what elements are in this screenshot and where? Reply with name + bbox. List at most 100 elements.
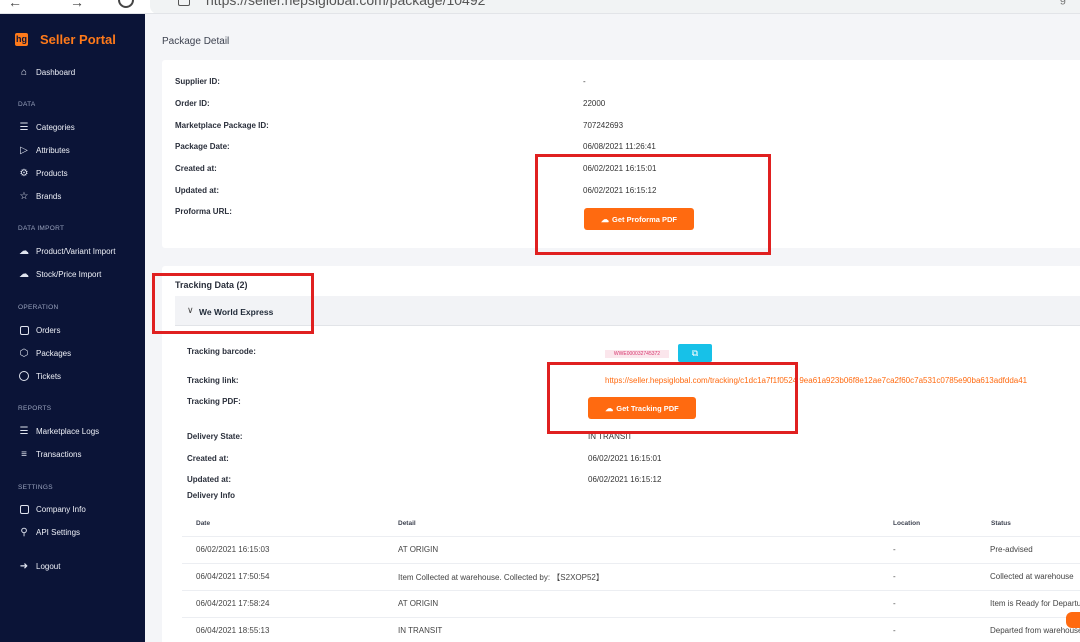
sidebar-item-logout[interactable]: ➜ Logout bbox=[18, 559, 61, 573]
sidebar-item-company-info[interactable]: Company Info bbox=[18, 502, 86, 516]
tracking-created-at-label: Created at: bbox=[187, 454, 229, 463]
lock-icon bbox=[178, 0, 190, 6]
row-status: Collected at warehouse bbox=[990, 572, 1074, 581]
delivery-state-label: Delivery State: bbox=[187, 432, 243, 441]
sidebar-item-products[interactable]: ⚙ Products bbox=[18, 166, 68, 180]
sidebar-section-data-import: DATA IMPORT bbox=[18, 225, 65, 232]
annotation-box-dates bbox=[535, 154, 771, 255]
sidebar-item-transactions[interactable]: ≡ Transactions bbox=[18, 447, 82, 461]
sidebar-item-attributes[interactable]: ▷ Attributes bbox=[18, 143, 70, 157]
key-icon: ⚲ bbox=[20, 526, 28, 538]
annotation-box-carrier bbox=[152, 273, 314, 334]
delivery-info-label: Delivery Info bbox=[187, 491, 236, 500]
sidebar-item-tickets[interactable]: Tickets bbox=[18, 369, 61, 383]
sidebar-item-marketplace-logs[interactable]: ☰ Marketplace Logs bbox=[18, 424, 100, 438]
table-header-status: Status bbox=[991, 520, 1011, 527]
sidebar-item-label: Dashboard bbox=[36, 67, 76, 77]
sidebar-item-label: Packages bbox=[36, 348, 72, 358]
order-id-value: 22000 bbox=[583, 99, 606, 108]
marketplace-package-id-value: 707242693 bbox=[583, 121, 624, 130]
annotation-box-tracking-pdf bbox=[547, 362, 798, 434]
sidebar-item-label: Transactions bbox=[36, 449, 82, 459]
package-icon: ⬡ bbox=[19, 347, 29, 359]
tracking-barcode-value: WWE000032745372 bbox=[605, 350, 669, 358]
list-icon: ≡ bbox=[21, 448, 27, 460]
row-status: Pre-advised bbox=[990, 545, 1033, 554]
star-icon: ☆ bbox=[19, 190, 29, 202]
sidebar-item-label: Attributes bbox=[36, 145, 70, 155]
page-title: Package Detail bbox=[162, 36, 230, 47]
cloud-upload-icon: ☁ bbox=[19, 245, 29, 257]
sidebar-section-operation: OPERATION bbox=[18, 304, 59, 311]
sidebar-item-label: Orders bbox=[36, 325, 61, 335]
forward-arrow-icon[interactable]: → bbox=[70, 0, 84, 10]
proforma-url-label: Proforma URL: bbox=[175, 207, 232, 216]
sidebar-item-brands[interactable]: ☆ Brands bbox=[18, 189, 62, 203]
row-date: 06/04/2021 18:55:13 bbox=[196, 626, 270, 635]
reload-icon[interactable] bbox=[118, 0, 134, 8]
package-date-label: Package Date: bbox=[175, 142, 230, 151]
sidebar-item-dashboard[interactable]: ⌂ Dashboard bbox=[18, 65, 75, 79]
address-bar-url[interactable]: https://seller.hepsiglobal.com/package/1… bbox=[206, 0, 485, 8]
brand-title: Seller Portal bbox=[40, 31, 116, 47]
clipboard-icon bbox=[18, 503, 30, 515]
table-header-location: Location bbox=[893, 520, 921, 527]
row-location: - bbox=[893, 626, 896, 635]
clipboard-icon bbox=[18, 324, 30, 336]
sidebar-section-settings: SETTINGS bbox=[18, 484, 53, 491]
marketplace-package-id-label: Marketplace Package ID: bbox=[175, 121, 269, 130]
brand-logo: hg bbox=[15, 32, 28, 46]
tracking-updated-at-value: 06/02/2021 16:15:12 bbox=[588, 475, 662, 484]
sidebar-item-label: Products bbox=[36, 168, 68, 178]
row-status: Departed from warehouse bbox=[990, 626, 1080, 635]
sidebar: hg Seller Portal ⌂ Dashboard DATA ☰ Cate… bbox=[0, 14, 145, 642]
brand[interactable]: hg Seller Portal bbox=[15, 31, 116, 47]
sidebar-item-product-import[interactable]: ☁ Product/Variant Import bbox=[18, 244, 115, 258]
row-date: 06/04/2021 17:58:24 bbox=[196, 599, 270, 608]
supplier-id-label: Supplier ID: bbox=[175, 77, 220, 86]
home-icon: ⌂ bbox=[20, 66, 28, 78]
row-location: - bbox=[893, 572, 896, 581]
sidebar-item-api-settings[interactable]: ⚲ API Settings bbox=[18, 525, 80, 539]
table-row: 06/04/2021 17:50:54 Item Collected at wa… bbox=[182, 563, 1080, 590]
sidebar-section-reports: REPORTS bbox=[18, 405, 52, 412]
sidebar-item-packages[interactable]: ⬡ Packages bbox=[18, 346, 72, 360]
row-location: - bbox=[893, 599, 896, 608]
tracking-updated-at-label: Updated at: bbox=[187, 475, 231, 484]
gear-icon: ⚙ bbox=[19, 167, 29, 179]
sidebar-item-label: Marketplace Logs bbox=[36, 426, 100, 436]
row-location: - bbox=[893, 545, 896, 554]
package-date-value: 06/08/2021 11:26:41 bbox=[583, 142, 656, 151]
table-row: 06/04/2021 17:58:24 AT ORIGIN - Item is … bbox=[182, 590, 1080, 617]
sidebar-section-data: DATA bbox=[18, 101, 36, 108]
sidebar-item-label: API Settings bbox=[36, 527, 81, 537]
created-at-label: Created at: bbox=[175, 164, 217, 173]
row-detail: Item Collected at warehouse. Collected b… bbox=[398, 573, 604, 582]
sidebar-item-categories[interactable]: ☰ Categories bbox=[18, 120, 75, 134]
table-header-date: Date bbox=[196, 520, 211, 527]
row-detail: IN TRANSIT bbox=[398, 626, 443, 635]
tracking-link-label: Tracking link: bbox=[187, 376, 239, 385]
logout-icon: ➜ bbox=[19, 560, 29, 572]
tracking-created-at-value: 06/02/2021 16:15:01 bbox=[588, 454, 662, 463]
help-circle-icon bbox=[18, 370, 30, 382]
chat-widget-icon[interactable] bbox=[1066, 612, 1080, 628]
row-date: 06/02/2021 16:15:03 bbox=[196, 545, 270, 554]
copy-barcode-button[interactable]: ⧉ bbox=[678, 344, 712, 362]
row-detail: AT ORIGIN bbox=[398, 545, 439, 554]
table-row: 06/04/2021 18:55:13 IN TRANSIT - Departe… bbox=[182, 617, 1080, 642]
sidebar-item-label: Product/Variant Import bbox=[36, 246, 116, 256]
address-bar[interactable]: https://seller.hepsiglobal.com/package/1… bbox=[150, 0, 1080, 13]
order-id-label: Order ID: bbox=[175, 99, 210, 108]
sidebar-item-stock-import[interactable]: ☁ Stock/Price Import bbox=[18, 267, 101, 281]
sidebar-item-orders[interactable]: Orders bbox=[18, 323, 60, 337]
tracking-pdf-label: Tracking PDF: bbox=[187, 397, 241, 406]
address-bar-extra: g bbox=[1060, 0, 1066, 5]
sidebar-item-label: Tickets bbox=[36, 371, 62, 381]
cloud-upload-icon: ☁ bbox=[19, 268, 29, 280]
table-row: 06/02/2021 16:15:03 AT ORIGIN - Pre-advi… bbox=[182, 536, 1080, 563]
layers-icon: ☰ bbox=[19, 425, 29, 437]
layers-icon: ☰ bbox=[19, 121, 29, 133]
back-arrow-icon[interactable]: ← bbox=[8, 0, 22, 10]
supplier-id-value: - bbox=[583, 77, 586, 86]
